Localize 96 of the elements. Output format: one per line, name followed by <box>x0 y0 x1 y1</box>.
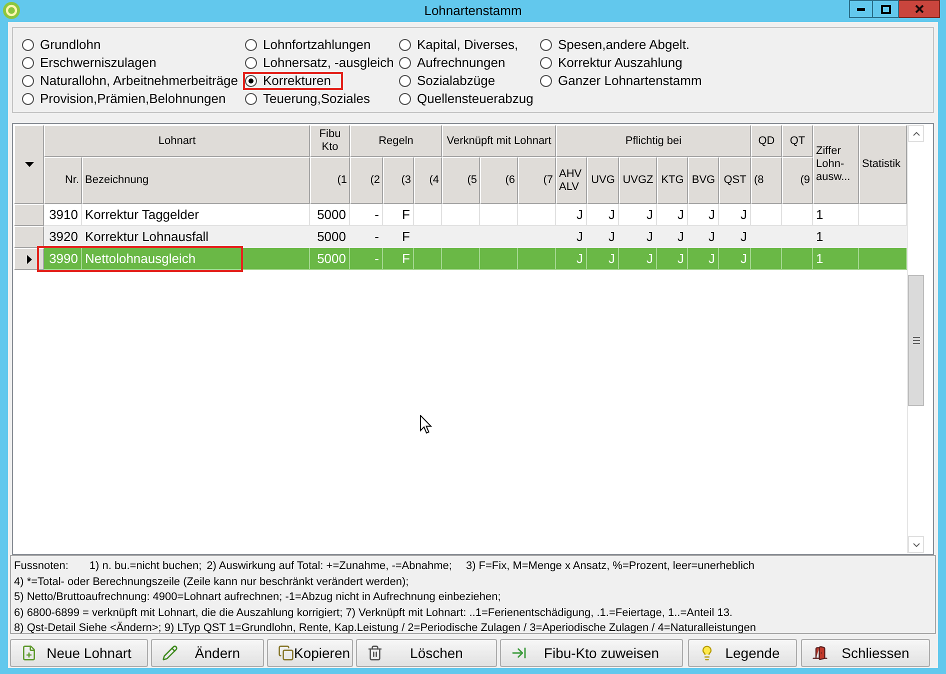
copy-icon <box>278 645 294 661</box>
table-row[interactable]: 3920 Korrektur Lohnausfall 5000 - F J J J J J J 1 <box>14 226 907 248</box>
maximize-button[interactable] <box>873 0 899 18</box>
column-header[interactable]: Ziffer Lohn- ausw... <box>813 125 859 204</box>
radio-option[interactable]: Quellensteuerabzug <box>397 90 536 108</box>
radio-option[interactable]: Provision,Prämien,Belohnungen <box>20 90 228 108</box>
column-header[interactable]: AHV ALV <box>556 157 587 204</box>
column-header[interactable]: Fibu Kto <box>310 125 350 157</box>
column-header[interactable]: Verknüpft mit Lohnart <box>442 125 556 157</box>
table-cell: F <box>383 248 414 270</box>
close-icon <box>914 5 924 13</box>
column-header[interactable]: QST <box>719 157 751 204</box>
row-pointer-icon <box>26 254 32 264</box>
footnote-text: 4) *=Total- oder Berechnungszeile (Zeile kann nur beschränkt verändert werden); <box>14 574 410 590</box>
assign-account-button[interactable]: Fibu-Kto zuweisen <box>500 639 683 667</box>
column-header[interactable]: (2 <box>350 157 383 204</box>
footnote-label: Fussnoten: <box>14 559 68 574</box>
new-document-icon <box>21 645 37 661</box>
legend-button[interactable]: Legende <box>688 639 797 667</box>
table-row[interactable]: 3910 Korrektur Taggelder 5000 - F J J J J J J 1 <box>14 204 907 226</box>
radio-option[interactable]: Korrekturen <box>243 72 343 90</box>
minimize-icon <box>857 8 865 10</box>
row-header-cell[interactable] <box>14 226 44 248</box>
maximize-icon <box>880 4 890 14</box>
table-cell: J <box>719 248 751 270</box>
radio-option[interactable]: Spesen,andere Abgelt. <box>538 36 692 54</box>
column-header[interactable]: (8 <box>751 157 782 204</box>
column-header[interactable]: (7 <box>518 157 556 204</box>
table-cell: J <box>688 248 719 270</box>
footnote-text: 5) Netto/Bruttoaufrechnung: 4900=Lohnart aufrechnen; -1=Abzug nicht in Aufrechnung einbeziehen; <box>14 590 502 605</box>
door-icon <box>812 645 828 661</box>
radio-option[interactable]: Erschwerniszulagen <box>20 54 158 72</box>
radio-option[interactable]: Kapital, Diverses, <box>397 36 520 54</box>
column-header[interactable]: QD <box>751 125 782 157</box>
column-header[interactable]: Bezeichnung <box>82 157 310 204</box>
scroll-up-button[interactable] <box>908 125 924 142</box>
table-cell: 5000 <box>310 248 350 270</box>
caret-down-icon <box>24 162 34 167</box>
grip-icon <box>912 337 920 344</box>
window-close-button[interactable] <box>899 0 940 18</box>
column-header[interactable]: (4 <box>414 157 442 204</box>
radio-option[interactable]: Grundlohn <box>20 36 103 54</box>
scrollbar-thumb[interactable] <box>908 275 924 406</box>
column-header[interactable]: Lohnart <box>44 125 310 157</box>
column-header[interactable]: UVG <box>587 157 619 204</box>
scroll-down-button[interactable] <box>908 536 924 553</box>
chevron-up-icon <box>912 132 920 136</box>
footnote-text: 3) F=Fix, M=Menge x Ansatz, %=Prozent, leer=unerheblich <box>466 559 755 574</box>
column-header[interactable]: (5 <box>442 157 480 204</box>
table-cell: - <box>350 248 383 270</box>
radio-option[interactable]: Naturallohn, Arbeitnehmerbeiträge <box>20 72 240 90</box>
chevron-down-icon <box>912 542 920 546</box>
arrow-right-icon <box>511 645 527 661</box>
table-cell: J <box>619 248 657 270</box>
column-header[interactable]: (1 <box>310 157 350 204</box>
new-button[interactable]: Neue Lohnart <box>10 639 148 667</box>
column-header[interactable]: BVG <box>688 157 719 204</box>
column-header[interactable]: UVGZ <box>619 157 657 204</box>
delete-button[interactable]: Löschen <box>356 639 497 667</box>
radio-option[interactable]: Sozialabzüge <box>397 72 498 90</box>
radio-option[interactable]: Teuerung,Soziales <box>243 90 372 108</box>
minimize-button[interactable] <box>849 0 873 18</box>
window-title: Lohnartenstamm <box>424 2 522 20</box>
close-button[interactable]: Schliessen <box>801 639 930 667</box>
radio-option[interactable]: Korrektur Auszahlung <box>538 54 684 72</box>
pencil-icon <box>162 645 178 661</box>
column-header[interactable]: Statistik <box>859 125 907 204</box>
column-header[interactable]: (9 <box>782 157 813 204</box>
table-cell: 3990 <box>44 248 82 270</box>
column-header[interactable]: Pflichtig bei <box>556 125 751 157</box>
row-header-cell[interactable] <box>14 248 44 270</box>
column-header[interactable]: KTG <box>657 157 688 204</box>
radio-option[interactable]: Lohnfortzahlungen <box>243 36 373 54</box>
table-cell: Nettolohnausgleich <box>82 248 310 270</box>
table-cell: J <box>556 248 587 270</box>
copy-button[interactable]: Kopieren <box>267 639 353 667</box>
footnote-text: 8) Qst-Detail Siehe <Ändern>; 9) LTyp QST 1=Grundlohn, Rente, Kap.Leistung / 2=Periodische Zulagen / 3=Aperiodische Zulagen / 4=Naturalleistungen <box>14 621 757 636</box>
table-cell: J <box>587 248 619 270</box>
radio-option[interactable]: Ganzer Lohnartenstamm <box>538 72 704 90</box>
app-logo-icon <box>3 2 20 19</box>
footnote-text: 6) 6800-6899 = verknüpft mit Lohnart, die die Auszahlung korrigiert; 7) Verknüpft mit Lohnart: ..1=Ferienentschädigung, .1.=Feiertage, 1..=Anteil 13. <box>14 606 734 620</box>
radio-option[interactable]: Aufrechnungen <box>397 54 508 72</box>
edit-button[interactable]: Ändern <box>151 639 264 667</box>
trash-icon <box>367 645 383 661</box>
column-header[interactable]: Nr. <box>44 157 82 204</box>
footnote-text: 2) Auswirkung auf Total: +=Zunahme, -=Abnahme; <box>206 559 452 574</box>
column-header[interactable]: (3 <box>383 157 414 204</box>
mouse-pointer-icon <box>420 415 432 434</box>
column-header[interactable]: Regeln <box>350 125 442 157</box>
column-header[interactable]: (6 <box>480 157 518 204</box>
column-header[interactable]: QT <box>782 125 813 157</box>
footnote-text: 1) n. bu.=nicht buchen; <box>89 559 202 574</box>
radio-option[interactable]: Lohnersatz, -ausgleich <box>243 54 396 72</box>
row-header-cell[interactable] <box>14 204 44 226</box>
table-cell: 1 <box>813 248 859 270</box>
table-cell: J <box>657 248 688 270</box>
